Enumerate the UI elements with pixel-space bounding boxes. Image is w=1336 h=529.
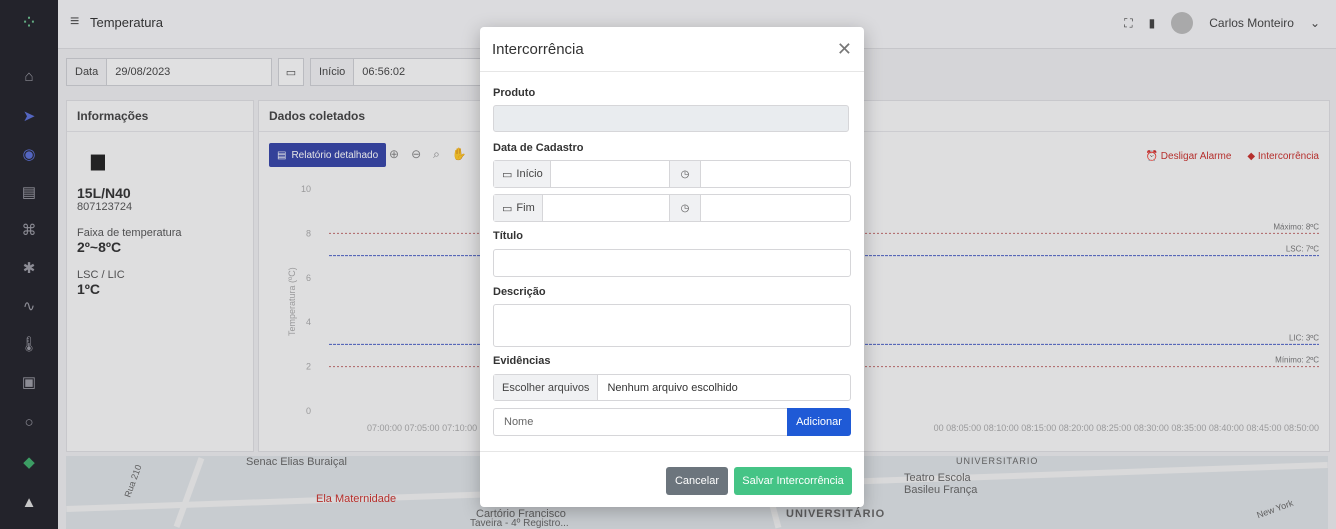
evidencias-label: Evidências [493, 355, 551, 367]
evidence-name-input[interactable]: Nome [493, 408, 787, 436]
clock-icon: ◷ [669, 195, 701, 221]
incident-modal: Intercorrência ✕ Produto Data de Cadastr… [480, 27, 864, 507]
file-input[interactable]: Escolher arquivos Nenhum arquivo escolhi… [493, 374, 851, 401]
start-date-input[interactable] [551, 161, 669, 187]
file-status: Nenhum arquivo escolhido [607, 381, 738, 394]
evidence-name-row: Nome Adicionar [493, 408, 851, 436]
cancel-button[interactable]: Cancelar [666, 467, 728, 495]
titulo-input[interactable] [493, 249, 851, 277]
inicio-label: Início [516, 168, 543, 180]
cadastro-label: Data de Cadastro [493, 142, 584, 154]
end-datetime-row: ▭ Fim ◷ [493, 194, 851, 222]
close-icon[interactable]: ✕ [837, 39, 852, 60]
end-date-addon: ▭ Fim [494, 195, 543, 221]
start-datetime-row: ▭ Início ◷ [493, 160, 851, 188]
save-incident-button[interactable]: Salvar Intercorrência [734, 467, 852, 495]
descricao-label: Descrição [493, 286, 546, 298]
add-button[interactable]: Adicionar [787, 408, 851, 436]
calendar-icon: ▭ [502, 202, 513, 215]
modal-title: Intercorrência [492, 40, 584, 58]
descricao-textarea[interactable] [493, 304, 851, 347]
end-time-input[interactable] [701, 195, 850, 221]
modal-footer [480, 451, 864, 452]
start-date-addon: ▭ Início [494, 161, 551, 187]
fim-label: Fim [516, 202, 535, 214]
produto-field [493, 105, 849, 132]
clock-icon: ◷ [669, 161, 701, 187]
end-date-input[interactable] [543, 195, 669, 221]
start-time-input[interactable] [701, 161, 850, 187]
choose-files-button[interactable]: Escolher arquivos [494, 375, 599, 400]
calendar-icon: ▭ [502, 168, 513, 181]
titulo-label: Título [493, 230, 523, 242]
produto-label: Produto [493, 87, 536, 99]
